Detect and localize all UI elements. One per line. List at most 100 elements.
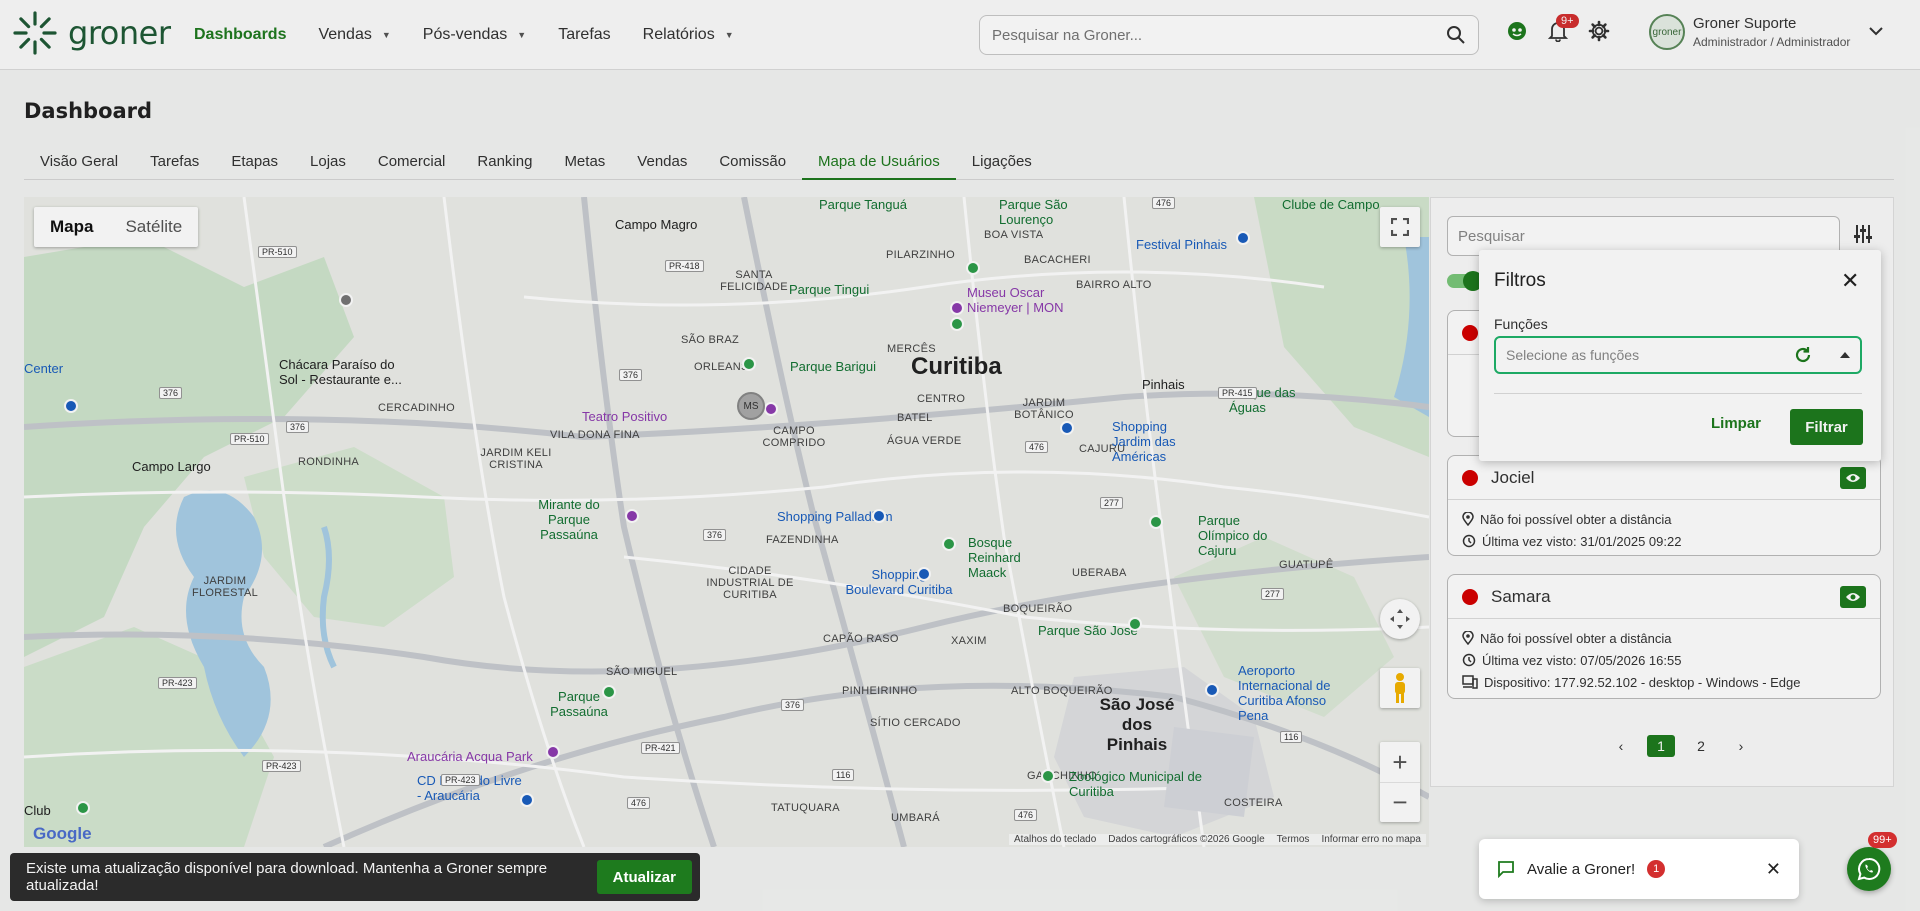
update-button[interactable]: Atualizar <box>596 860 692 894</box>
road-shield-icon: 476 <box>1025 441 1049 453</box>
map-type-satellite-button[interactable]: Satélite <box>109 207 198 247</box>
users-map[interactable]: Curitiba São José dos Pinhais Campo Magr… <box>24 197 1429 847</box>
nav-pos-vendas[interactable]: Pós-vendas ▼ <box>423 26 526 44</box>
refresh-icon[interactable] <box>1794 346 1812 364</box>
tab-comissao[interactable]: Comissão <box>703 148 802 180</box>
tab-comercial[interactable]: Comercial <box>362 148 462 180</box>
restaurant-pin-icon[interactable] <box>339 293 353 307</box>
map-label-bairro-alto: BAIRRO ALTO <box>1076 279 1152 291</box>
view-user-button[interactable] <box>1840 466 1866 489</box>
shopping-pin-icon[interactable] <box>872 509 886 523</box>
keyboard-shortcuts-link[interactable]: Atalhos do teclado <box>1014 834 1096 845</box>
search-icon[interactable] <box>1446 25 1466 45</box>
waterpark-pin-icon[interactable] <box>546 745 560 759</box>
museum-pin-icon[interactable] <box>950 301 964 315</box>
poi-shopping-jardim[interactable]: Shopping Jardim das Américas <box>1112 419 1202 464</box>
poi-parque-barigui[interactable]: Parque Barigui <box>790 359 876 374</box>
road-shield-icon: 476 <box>1014 809 1038 821</box>
poi-clube[interactable]: Clube de Campo <box>1282 197 1380 212</box>
poi-mirante[interactable]: Mirante do Parque Passaúna <box>524 497 614 542</box>
online-toggle[interactable] <box>1447 271 1483 291</box>
poi-museu[interactable]: Museu Oscar Niemeyer | MON <box>967 285 1077 315</box>
fullscreen-button[interactable] <box>1380 207 1420 247</box>
poi-parque-sao-lourenco[interactable]: Parque São Lourenço <box>999 197 1079 227</box>
tab-mapa-de-usuarios[interactable]: Mapa de Usuários <box>802 148 956 180</box>
pan-control-button[interactable] <box>1380 599 1420 639</box>
tab-etapas[interactable]: Etapas <box>215 148 294 180</box>
park-pin-icon[interactable] <box>1128 617 1142 631</box>
park-pin-icon[interactable] <box>602 685 616 699</box>
tab-tarefas[interactable]: Tarefas <box>134 148 215 180</box>
poi-festival[interactable]: Festival Pinhais <box>1136 237 1227 252</box>
poi-araucaria[interactable]: Araucária Acqua Park <box>407 749 533 764</box>
groner-logo[interactable]: groner <box>12 10 171 56</box>
caret-up-icon[interactable] <box>1840 352 1850 358</box>
viewpoint-pin-icon[interactable] <box>625 509 639 523</box>
assistant-icon[interactable] <box>1506 20 1528 42</box>
zoo-pin-icon[interactable] <box>1041 769 1055 783</box>
zoom-in-button[interactable]: + <box>1380 742 1420 782</box>
terms-link[interactable]: Termos <box>1277 834 1310 845</box>
park-pin-icon[interactable] <box>966 261 980 275</box>
poi-club[interactable]: Club <box>24 803 51 818</box>
apply-filters-button[interactable]: Filtrar <box>1790 409 1863 445</box>
nav-vendas[interactable]: Vendas ▼ <box>318 26 390 44</box>
users-search-input[interactable] <box>1458 227 1829 245</box>
park-pin-icon[interactable] <box>942 537 956 551</box>
view-user-button[interactable] <box>1840 585 1866 608</box>
map-type-map-button[interactable]: Mapa <box>34 207 109 247</box>
page-button-2[interactable]: 2 <box>1687 735 1715 757</box>
poi-parque-tingui[interactable]: Parque Tingui <box>789 282 869 297</box>
poi-parque-sao-jose[interactable]: Parque São José <box>1038 623 1138 638</box>
chevron-down-icon[interactable] <box>1869 26 1883 36</box>
prev-page-chevron-icon[interactable]: ‹ <box>1607 735 1635 757</box>
tab-visao-geral[interactable]: Visão Geral <box>24 148 134 180</box>
tab-lojas[interactable]: Lojas <box>294 148 362 180</box>
poi-bosque[interactable]: Bosque Reinhard Maack <box>968 535 1038 580</box>
airport-pin-icon[interactable] <box>1205 683 1219 697</box>
poi-center[interactable]: Center <box>24 361 63 376</box>
close-icon[interactable]: ✕ <box>1766 859 1781 880</box>
shopping-pin-icon[interactable] <box>917 567 931 581</box>
rate-groner-widget[interactable]: Avalie a Groner! 1 ✕ <box>1479 839 1799 899</box>
poi-zoologico[interactable]: Zoológico Municipal de Curitiba <box>1069 769 1209 799</box>
whatsapp-button[interactable] <box>1847 847 1891 891</box>
nav-tarefas[interactable]: Tarefas <box>558 26 610 44</box>
map-label-batel: BATEL <box>897 412 933 424</box>
park-pin-icon[interactable] <box>1149 515 1163 529</box>
park-pin-icon[interactable] <box>950 317 964 331</box>
store-pin-icon[interactable] <box>520 793 534 807</box>
user-menu[interactable]: groner Groner Suporte Administrador / Ad… <box>1649 14 1850 50</box>
report-error-link[interactable]: Informar erro no mapa <box>1321 834 1421 845</box>
theater-pin-icon[interactable] <box>764 402 778 416</box>
tab-ranking[interactable]: Ranking <box>461 148 548 180</box>
filter-sliders-icon[interactable] <box>1853 224 1873 244</box>
user-marker[interactable]: MS <box>737 392 765 420</box>
clear-filters-button[interactable]: Limpar <box>1711 415 1761 432</box>
poi-aeroporto[interactable]: Aeroporto Internacional de Curitiba Afon… <box>1238 663 1338 723</box>
nav-relatorios[interactable]: Relatórios ▼ <box>643 26 734 44</box>
club-pin-icon[interactable] <box>76 801 90 815</box>
tab-ligacoes[interactable]: Ligações <box>956 148 1048 180</box>
park-pin-icon[interactable] <box>742 357 756 371</box>
street-view-button[interactable] <box>1380 668 1420 708</box>
shopping-pin-icon[interactable] <box>1236 231 1250 245</box>
poi-parque-tangua[interactable]: Parque Tanguá <box>819 197 907 212</box>
shopping-pin-icon[interactable] <box>1060 421 1074 435</box>
poi-parque-olimpico[interactable]: Parque Olímpico do Cajuru <box>1198 513 1288 558</box>
zoom-out-button[interactable]: − <box>1380 782 1420 822</box>
next-page-chevron-icon[interactable]: › <box>1727 735 1755 757</box>
nav-dashboards[interactable]: Dashboards <box>194 26 286 44</box>
poi-shopping-boulevard[interactable]: Shopping Boulevard Curitiba <box>844 567 954 597</box>
store-pin-icon[interactable] <box>64 399 78 413</box>
poi-teatro-positivo[interactable]: Teatro Positivo <box>582 409 667 424</box>
page-button-1[interactable]: 1 <box>1647 735 1675 757</box>
gear-icon[interactable] <box>1588 20 1610 42</box>
map-label-campo-magro: Campo Magro <box>615 217 698 232</box>
tab-vendas[interactable]: Vendas <box>621 148 703 180</box>
global-search-input[interactable] <box>992 26 1446 44</box>
tab-metas[interactable]: Metas <box>548 148 621 180</box>
close-icon[interactable]: ✕ <box>1841 268 1859 294</box>
funcoes-select[interactable]: Selecione as funções <box>1494 336 1862 374</box>
poi-chacara[interactable]: Chácara Paraíso do Sol - Restaurante e..… <box>279 357 409 387</box>
